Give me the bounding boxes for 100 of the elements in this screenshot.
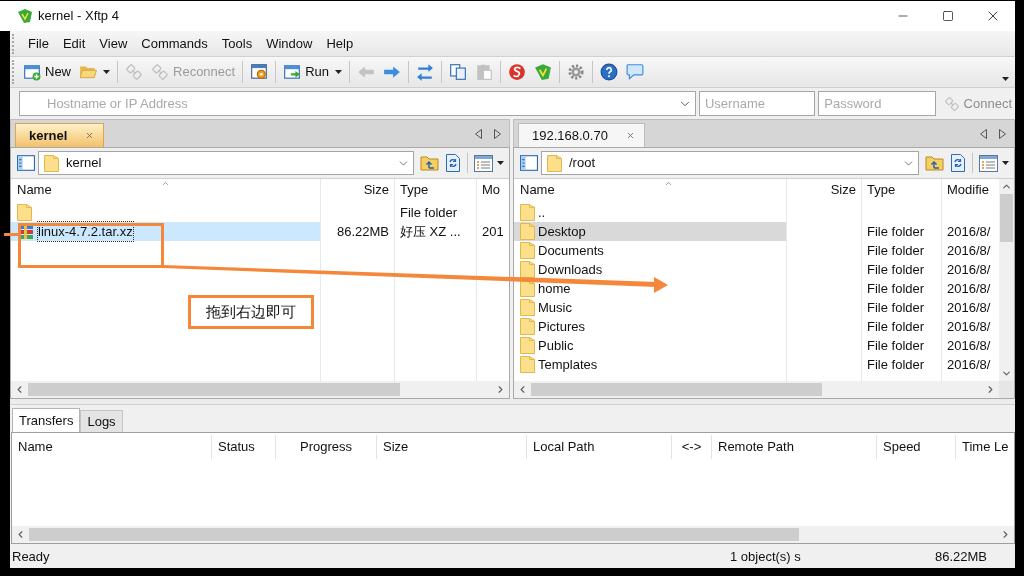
horizontal-scrollbar[interactable]: [12, 526, 1014, 543]
column-header[interactable]: Name: [11, 179, 320, 201]
column-header[interactable]: Local Path: [527, 435, 672, 459]
close-tab-icon: [625, 131, 635, 140]
type-cell-text: File folder: [866, 355, 926, 374]
gear-icon: [567, 63, 586, 81]
username-field[interactable]: Username: [698, 91, 816, 116]
folder-icon: [520, 337, 535, 354]
menu-item[interactable]: Tools: [214, 32, 260, 55]
scrollbar-thumb[interactable]: [28, 383, 400, 396]
callout-label: 拖到右边即可: [188, 295, 314, 329]
column-header[interactable]: Status: [212, 435, 276, 459]
folder-icon: [520, 299, 535, 316]
scrollbar-thumb[interactable]: [531, 383, 822, 396]
splitter-bar[interactable]: [10, 399, 1015, 405]
file-list-item[interactable]: Documents: [514, 241, 786, 260]
refresh-button[interactable]: [445, 154, 461, 172]
date-cell-text: 2016/8/: [946, 336, 992, 355]
refresh-button[interactable]: [950, 154, 966, 172]
type-cell-text: File folder: [866, 317, 926, 336]
new-window-icon: [23, 63, 41, 81]
hostname-field[interactable]: Hostname or IP Address: [19, 91, 696, 116]
file-list-item[interactable]: Music: [514, 298, 786, 317]
file-list-item[interactable]: Public: [514, 336, 786, 355]
date-cell-text: 2016/8/: [946, 317, 992, 336]
view-mode-button[interactable]: [474, 154, 504, 172]
path-field[interactable]: kernel: [38, 151, 414, 175]
file-list-item[interactable]: Pictures: [514, 317, 786, 336]
date-cell-text: 2016/8/: [946, 241, 992, 260]
folder-up-icon: [420, 154, 439, 172]
column-header[interactable]: Name: [12, 435, 212, 459]
parent-folder-button[interactable]: [420, 154, 439, 172]
file-list-item[interactable]: Downloads: [514, 260, 786, 279]
pane-tab[interactable]: 192.168.0.70: [518, 123, 645, 147]
column-header[interactable]: Mo: [477, 179, 509, 201]
column-header[interactable]: Name: [514, 179, 786, 201]
column-header[interactable]: Progress: [276, 435, 377, 459]
menu-grip[interactable]: [12, 33, 15, 54]
type-cell-text: File folder: [866, 279, 926, 298]
scrollbar-thumb[interactable]: [1000, 194, 1013, 242]
run-button[interactable]: Run: [280, 60, 346, 84]
caret-icon: [335, 70, 343, 74]
tab-scroll-right-icon: [999, 128, 1006, 139]
file-list-item[interactable]: Desktop: [514, 222, 786, 241]
column-header[interactable]: Size: [377, 435, 527, 459]
menu-item[interactable]: Commands: [134, 32, 215, 55]
refresh-icon: [950, 154, 966, 172]
column-header[interactable]: Speed: [877, 435, 956, 459]
plug-icon: [125, 63, 143, 81]
column-header[interactable]: Time Le: [956, 435, 1015, 459]
column-header[interactable]: Remote Path: [712, 435, 877, 459]
list-view-icon: [979, 154, 998, 172]
view-mode-button[interactable]: [979, 154, 1009, 172]
type-cell-text: File folder: [399, 203, 459, 222]
file-list-item[interactable]: ..: [514, 203, 786, 222]
date-cell-text: 2016/8/: [946, 298, 992, 317]
column-header[interactable]: Size: [321, 179, 394, 201]
column-header[interactable]: Size: [787, 179, 861, 201]
pane-tab[interactable]: kernel: [15, 123, 105, 147]
window-title: kernel - Xftp 4: [38, 7, 119, 26]
vertical-scrollbar[interactable]: [999, 179, 1014, 381]
chat-bubble-icon: [626, 63, 645, 81]
type-cell-text: File folder: [866, 241, 926, 260]
tab-scroll-left-icon: [475, 128, 482, 139]
path-field[interactable]: /root: [541, 151, 919, 175]
maximize-icon: [941, 10, 954, 22]
toolbar-overflow-icon: [1002, 77, 1009, 81]
swap-arrows-icon: [416, 63, 435, 81]
menu-item[interactable]: File: [21, 32, 56, 55]
horizontal-scrollbar[interactable]: [514, 381, 999, 398]
scrollbar-thumb[interactable]: [29, 528, 799, 541]
date-cell-text: 201: [481, 222, 505, 241]
parent-folder-button[interactable]: [925, 154, 944, 172]
leaf-logo-icon: [534, 63, 553, 81]
scroll-down-icon: [1001, 368, 1012, 379]
bottom-tab[interactable]: Transfers: [12, 408, 81, 432]
column-header[interactable]: Type: [395, 179, 476, 201]
menu-item[interactable]: View: [92, 32, 135, 55]
menu-item[interactable]: Window: [259, 32, 320, 55]
folder-icon: [520, 242, 535, 259]
file-list-item[interactable]: linux-4.7.2.tar.xz: [11, 222, 320, 241]
menu-item[interactable]: Help: [319, 32, 361, 55]
menu-item[interactable]: Edit: [55, 32, 93, 55]
folder-icon: [520, 318, 535, 335]
plug-icon: [151, 63, 169, 81]
app-logo-icon: [17, 8, 33, 24]
caret-icon: [1002, 161, 1009, 165]
horizontal-scrollbar[interactable]: [11, 381, 509, 398]
toolbar-grip[interactable]: [12, 60, 15, 84]
file-list-item[interactable]: Templates: [514, 355, 786, 374]
folder-up-icon: [925, 154, 944, 172]
column-header[interactable]: <->: [672, 435, 712, 459]
paste-icon: [475, 63, 494, 81]
column-header[interactable]: Modifie: [942, 179, 999, 201]
type-cell-text: File folder: [866, 298, 926, 317]
password-field[interactable]: Password: [818, 91, 936, 116]
new-button[interactable]: New: [20, 60, 74, 84]
bottom-tab[interactable]: Logs: [80, 410, 123, 432]
panel-toggle-icon: [520, 154, 538, 172]
column-header[interactable]: Type: [862, 179, 941, 201]
